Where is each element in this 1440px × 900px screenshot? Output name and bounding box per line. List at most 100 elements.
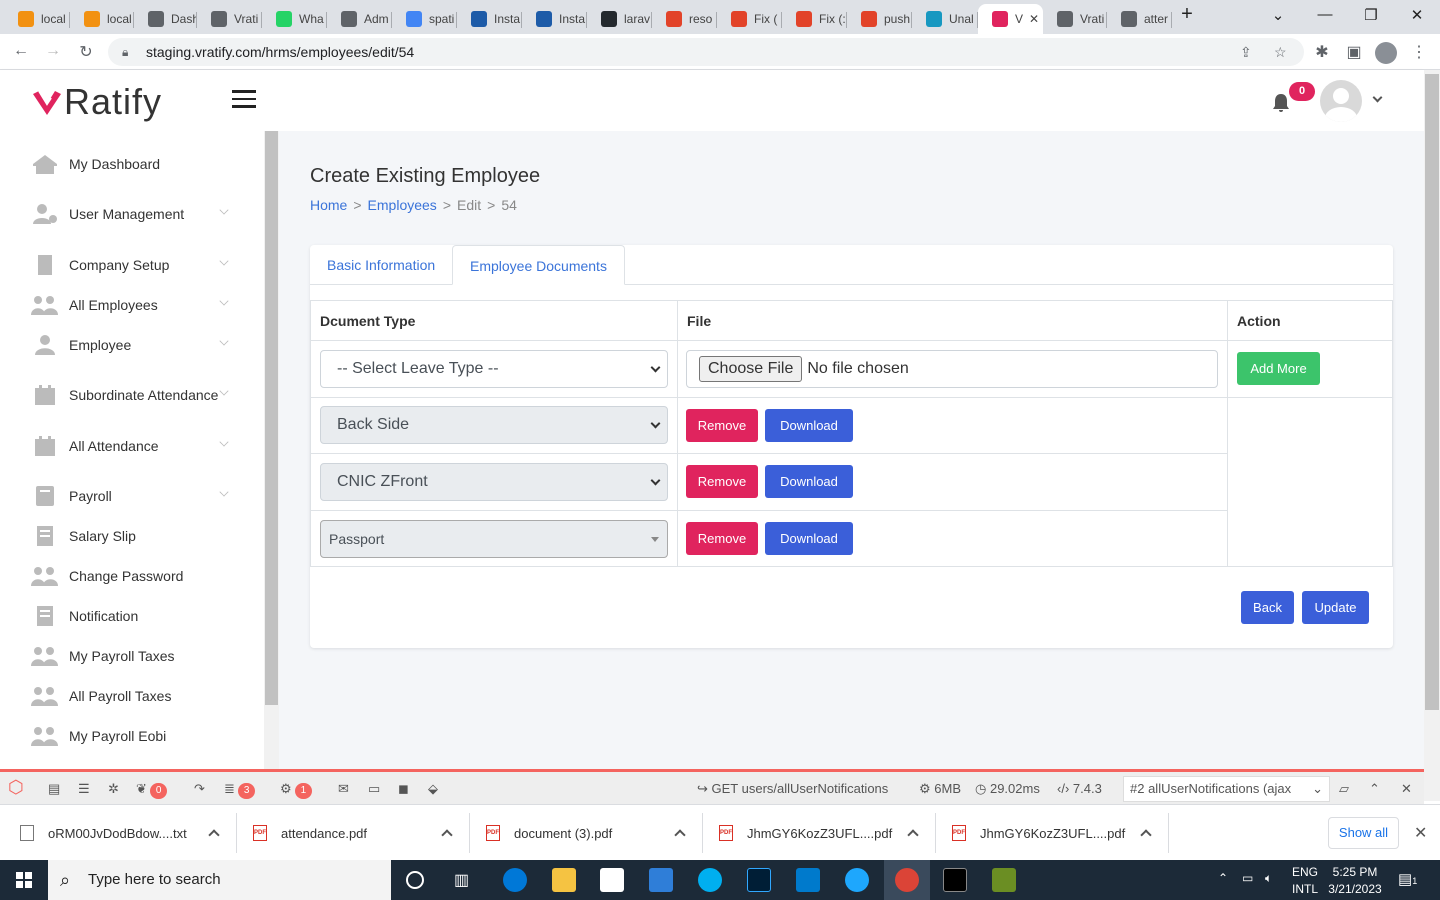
page-scrollbar-thumb[interactable] bbox=[1425, 74, 1439, 710]
browser-tab[interactable]: Insta bbox=[522, 4, 587, 34]
choose-file-button[interactable]: Choose File bbox=[699, 356, 803, 382]
tab-search-icon[interactable]: ⌄ bbox=[1268, 6, 1288, 24]
sidebar-scrollbar-thumb[interactable] bbox=[265, 131, 278, 705]
sidebar-item-all-employees[interactable]: All Employees bbox=[30, 293, 230, 317]
sidebar-item-company-setup[interactable]: Company Setup bbox=[30, 253, 230, 277]
downloads-close-icon[interactable]: ✕ bbox=[1414, 823, 1427, 843]
update-button[interactable]: Update bbox=[1302, 591, 1369, 624]
extensions-icon[interactable]: ✱ bbox=[1312, 42, 1332, 62]
tab-close-icon[interactable]: ✕ bbox=[1029, 12, 1039, 26]
download-item[interactable]: PDF JhmGY6KozZ3UFL....pdf bbox=[719, 805, 934, 861]
side-panel-icon[interactable]: ▣ bbox=[1344, 42, 1364, 62]
chevron-up-icon[interactable] bbox=[674, 829, 686, 841]
chrome-icon[interactable] bbox=[895, 868, 919, 892]
star-icon[interactable]: ☆ bbox=[1274, 38, 1287, 66]
sidebar-item-salary-slip[interactable]: Salary Slip bbox=[30, 524, 230, 548]
chevron-up-icon[interactable] bbox=[441, 829, 453, 841]
store-icon[interactable] bbox=[600, 868, 624, 892]
remove-button[interactable]: Remove bbox=[686, 465, 758, 498]
request-select[interactable]: #2 allUserNotifications (ajax ⌄ bbox=[1123, 776, 1330, 802]
app-icon[interactable] bbox=[992, 868, 1016, 892]
user-avatar[interactable] bbox=[1320, 80, 1362, 122]
sidebar-item-my-payroll-eobi[interactable]: My Payroll Eobi bbox=[30, 724, 230, 748]
browser-tab[interactable]: reso bbox=[652, 4, 717, 34]
clock-time[interactable]: 5:25 PM bbox=[1325, 865, 1385, 879]
cortana-icon[interactable] bbox=[406, 871, 424, 889]
views-icon[interactable]: ❦ 0 bbox=[136, 780, 168, 799]
messages-icon[interactable]: ▤ bbox=[48, 780, 60, 798]
restore-icon[interactable]: ❐ bbox=[1361, 6, 1381, 24]
lang-primary[interactable]: ENG bbox=[1290, 865, 1320, 879]
browser-tab[interactable]: Vrati bbox=[1043, 4, 1107, 34]
profile-avatar[interactable] bbox=[1375, 42, 1397, 64]
route-icon[interactable]: ↷ bbox=[194, 780, 205, 798]
window-close-icon[interactable]: ✕ bbox=[1407, 6, 1427, 24]
browser-tab[interactable]: larav bbox=[587, 4, 652, 34]
document-type-select-row-2[interactable]: CNIC ZFront bbox=[320, 463, 668, 501]
document-type-select-row-1[interactable]: Back Side bbox=[320, 406, 668, 444]
browser-tab[interactable]: Fix ( bbox=[717, 4, 782, 34]
back-arrow-icon[interactable]: ← bbox=[11, 42, 31, 60]
file-input[interactable]: Choose File No file chosen bbox=[686, 350, 1218, 388]
browser-tab[interactable]: Vrati bbox=[197, 4, 262, 34]
task-view-icon[interactable]: ▥ bbox=[454, 870, 469, 890]
download-item[interactable]: PDF document (3).pdf bbox=[486, 805, 701, 861]
tray-chevron-icon[interactable]: ⌃ bbox=[1218, 871, 1228, 885]
volume-icon[interactable]: 🔈︎ bbox=[1265, 871, 1272, 886]
lang-secondary[interactable]: INTL bbox=[1290, 882, 1320, 896]
browser-tab[interactable]: local bbox=[4, 4, 70, 34]
document-type-select-row-3[interactable]: Passport bbox=[320, 520, 668, 558]
browser-tab[interactable]: Wha bbox=[262, 4, 327, 34]
vscode-icon[interactable] bbox=[796, 868, 820, 892]
download-item[interactable]: PDF JhmGY6KozZ3UFL....pdf bbox=[952, 805, 1167, 861]
download-item[interactable]: oRM00JvDodBdow....txt bbox=[20, 805, 235, 861]
edge-icon[interactable] bbox=[503, 868, 527, 892]
document-type-select[interactable]: -- Select Leave Type -- bbox=[320, 350, 668, 388]
windows-start-icon[interactable] bbox=[16, 872, 32, 888]
photoshop-icon[interactable] bbox=[747, 868, 771, 892]
download-button[interactable]: Download bbox=[765, 409, 853, 442]
add-more-button[interactable]: Add More bbox=[1237, 352, 1320, 385]
browser-tab[interactable]: Dash bbox=[134, 4, 197, 34]
download-item[interactable]: PDF attendance.pdf bbox=[253, 805, 468, 861]
session-icon[interactable]: ◼ bbox=[398, 780, 409, 798]
models-icon[interactable]: ⚙ 1 bbox=[280, 780, 313, 799]
browser-tab[interactable]: Adm bbox=[327, 4, 392, 34]
app-logo[interactable]: Ratify bbox=[30, 81, 162, 122]
chevron-up-icon[interactable] bbox=[907, 829, 919, 841]
chevron-up-icon[interactable]: ⌃ bbox=[1369, 780, 1380, 798]
share-icon[interactable]: ⇪ bbox=[1240, 38, 1252, 66]
sidebar-item-subordinate-attendance[interactable]: Subordinate Attendance bbox=[30, 383, 230, 407]
breadcrumb-home[interactable]: Home bbox=[310, 197, 347, 213]
app-icon[interactable] bbox=[845, 868, 869, 892]
sidebar-item-all-payroll-taxes[interactable]: All Payroll Taxes bbox=[30, 684, 230, 708]
browser-tab[interactable]: push bbox=[847, 4, 912, 34]
browser-tab[interactable]: local bbox=[70, 4, 134, 34]
reload-icon[interactable]: ↻ bbox=[76, 42, 96, 62]
laravel-icon[interactable]: ⬡ bbox=[8, 778, 24, 796]
network-icon[interactable]: ▭ bbox=[1242, 871, 1253, 885]
browser-tab[interactable]: spati bbox=[392, 4, 457, 34]
new-tab-button[interactable]: + bbox=[1177, 3, 1197, 26]
remove-button[interactable]: Remove bbox=[686, 522, 758, 555]
tags-icon[interactable]: ⬙ bbox=[428, 780, 438, 798]
browser-menu-icon[interactable]: ⋮ bbox=[1409, 42, 1429, 62]
taskbar-search[interactable]: ⌕ Type here to search bbox=[48, 860, 391, 900]
request-icon[interactable]: ▭ bbox=[368, 780, 380, 798]
mail-app-icon[interactable] bbox=[649, 868, 673, 892]
sidebar-item-all-attendance[interactable]: All Attendance bbox=[30, 434, 230, 458]
tab-employee-documents[interactable]: Employee Documents bbox=[452, 245, 625, 285]
mail-icon[interactable]: ✉ bbox=[338, 780, 349, 798]
file-explorer-icon[interactable] bbox=[552, 868, 576, 892]
browser-tab[interactable]: atter bbox=[1107, 4, 1172, 34]
forward-arrow-icon[interactable]: → bbox=[43, 42, 63, 60]
sidebar-item-my-dashboard[interactable]: My Dashboard bbox=[30, 152, 230, 176]
bell-icon[interactable] bbox=[1270, 92, 1292, 120]
sidebar-item-notification[interactable]: Notification bbox=[30, 604, 230, 628]
action-center-icon[interactable]: ▤1 bbox=[1398, 870, 1417, 888]
chevron-up-icon[interactable] bbox=[1140, 829, 1152, 841]
browser-tab[interactable]: Unal bbox=[912, 4, 978, 34]
download-button[interactable]: Download bbox=[765, 522, 853, 555]
sidebar-item-user-management[interactable]: User Management bbox=[30, 202, 230, 226]
show-all-button[interactable]: Show all bbox=[1328, 817, 1399, 849]
